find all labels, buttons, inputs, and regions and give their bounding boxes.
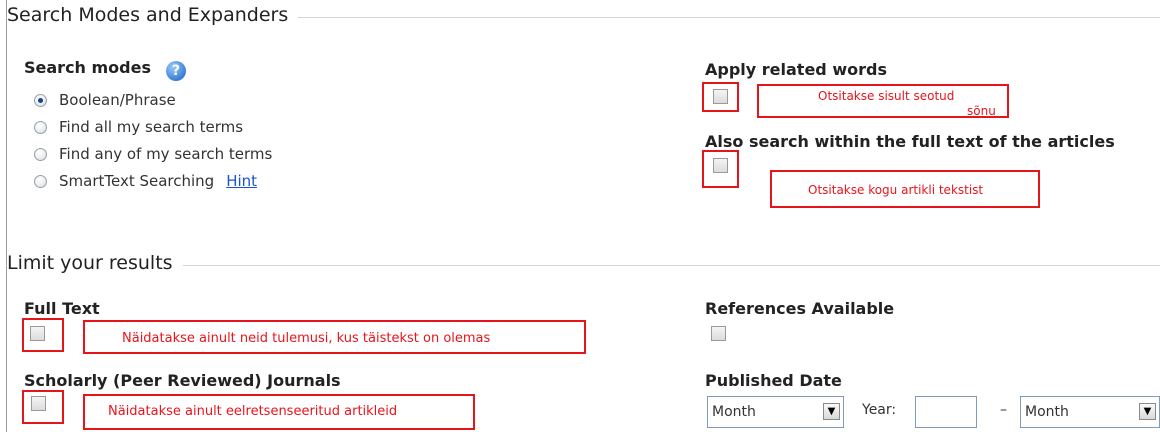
annotation-note: Otsitakse sisult seotud <box>818 89 955 103</box>
mode-option-smarttext[interactable]: SmartText Searching Hint <box>34 172 257 190</box>
month-to-value: Month <box>1025 404 1069 420</box>
full-text-checkbox[interactable] <box>30 326 45 341</box>
section-title-search-modes: Search Modes and Expanders <box>7 4 299 26</box>
references-available-label: References Available <box>705 299 895 318</box>
panel-left-border <box>6 0 7 432</box>
apply-related-words-label: Apply related words <box>705 60 887 79</box>
mode-option-label: Boolean/Phrase <box>59 91 176 109</box>
references-available-checkbox[interactable] <box>711 326 726 341</box>
mode-option-find-any[interactable]: Find any of my search terms <box>34 145 272 163</box>
chevron-down-icon[interactable]: ▼ <box>823 403 840 420</box>
radio-button[interactable] <box>34 120 47 134</box>
month-from-select[interactable]: Month ▼ <box>707 396 844 428</box>
mode-option-label: SmartText Searching <box>59 172 215 190</box>
year-input[interactable] <box>915 396 977 428</box>
published-date-label: Published Date <box>705 371 842 390</box>
full-text-search-checkbox[interactable] <box>713 158 728 173</box>
annotation-note: Näidatakse ainult eelretsenseeritud arti… <box>108 404 398 419</box>
chevron-down-icon[interactable]: ▼ <box>1139 403 1156 420</box>
apply-related-words-checkbox[interactable] <box>713 89 728 104</box>
radio-button[interactable] <box>34 174 47 188</box>
help-icon[interactable]: ? <box>166 61 186 81</box>
full-text-search-label: Also search within the full text of the … <box>705 132 1115 151</box>
date-range-dash: – <box>1000 402 1007 418</box>
mode-option-boolean[interactable]: Boolean/Phrase <box>34 91 176 109</box>
annotation-note: Otsitakse kogu artikli tekstist <box>808 183 984 197</box>
annotation-note: Näidatakse ainult neid tulemusi, kus täi… <box>122 331 491 346</box>
scholarly-checkbox[interactable] <box>31 396 46 411</box>
hint-link[interactable]: Hint <box>226 172 257 190</box>
radio-button[interactable] <box>34 147 47 161</box>
mode-option-label: Find any of my search terms <box>59 145 273 163</box>
month-from-value: Month <box>712 404 756 420</box>
year-label: Year: <box>862 402 897 418</box>
section-title-limit-results: Limit your results <box>7 252 183 274</box>
annotation-note: sõnu <box>967 104 996 118</box>
mode-option-label: Find all my search terms <box>59 118 244 136</box>
radio-button[interactable] <box>34 93 47 107</box>
search-modes-label: Search modes <box>24 58 151 77</box>
month-to-select[interactable]: Month ▼ <box>1020 396 1160 428</box>
mode-option-find-all[interactable]: Find all my search terms <box>34 118 243 136</box>
scholarly-label: Scholarly (Peer Reviewed) Journals <box>24 371 341 390</box>
full-text-label: Full Text <box>24 299 100 318</box>
